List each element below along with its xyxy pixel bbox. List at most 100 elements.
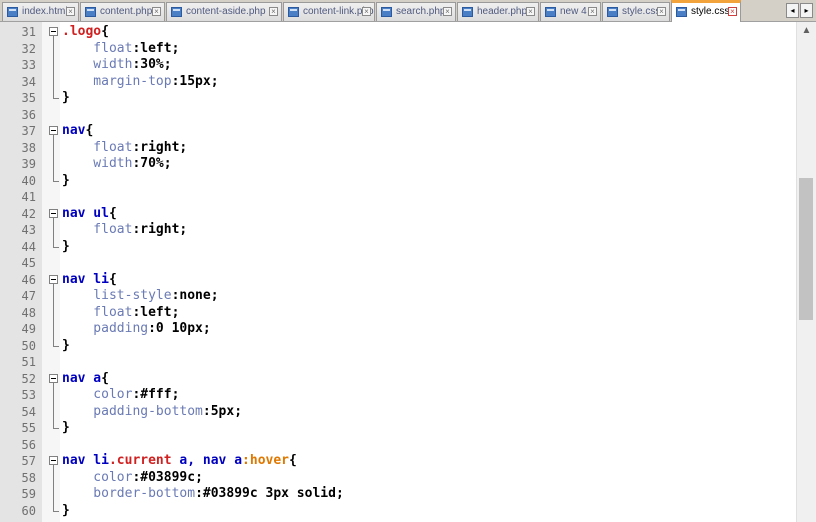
code-text: float:right;	[62, 140, 187, 157]
close-icon[interactable]: ×	[526, 7, 535, 16]
code-token: :#fff;	[132, 387, 180, 402]
close-icon[interactable]: ×	[657, 7, 666, 16]
close-icon[interactable]: ×	[443, 7, 452, 16]
code-token: }	[62, 90, 70, 105]
code-text: width:30%;	[62, 57, 172, 74]
fold-line	[46, 40, 60, 57]
fold-end-marker	[46, 90, 60, 107]
code-token: :right;	[132, 222, 188, 237]
file-icon	[607, 7, 618, 17]
code-token: float	[62, 40, 133, 56]
tab-4[interactable]: content-link.php ×	[283, 2, 375, 21]
code-text: nav li{	[62, 272, 117, 289]
code-area[interactable]: 31 .logo{32 float:left; 33 width:30%; 34 ma…	[0, 22, 796, 522]
close-icon[interactable]: ×	[588, 7, 597, 16]
code-token: nav li	[62, 453, 109, 468]
file-icon	[381, 7, 392, 17]
code-line: 49 padding:0 10px;	[0, 321, 796, 338]
fold-toggle-icon[interactable]	[46, 371, 60, 387]
tab-3[interactable]: content-aside.php ×	[166, 2, 282, 21]
line-number: 41	[21, 190, 36, 204]
line-number: 36	[21, 107, 36, 122]
tab-8[interactable]: style.css ×	[602, 2, 670, 21]
tab-2[interactable]: content.php ×	[80, 2, 165, 21]
fold-toggle-icon[interactable]	[46, 123, 60, 140]
fold-line	[46, 57, 60, 74]
tab-6[interactable]: header.php ×	[457, 2, 539, 21]
code-text: }	[62, 90, 70, 107]
close-icon[interactable]: ×	[362, 7, 371, 16]
scrollbar-thumb[interactable]	[799, 178, 813, 320]
code-token: :5px;	[202, 403, 243, 419]
file-icon	[545, 7, 556, 17]
tab-bar: ◂ ▸ index.html × content.php × content-aside…	[0, 0, 816, 22]
code-text: }	[62, 338, 70, 355]
code-line: 45	[0, 255, 796, 272]
fold-line	[46, 139, 60, 156]
line-number: 33	[21, 58, 36, 72]
fold-toggle-icon[interactable]	[46, 24, 60, 41]
line-number: 49	[21, 322, 36, 336]
fold-toggle-icon[interactable]	[46, 453, 60, 470]
fold-line	[46, 387, 60, 404]
code-token: :15px;	[171, 73, 219, 89]
code-token: :left;	[132, 40, 180, 56]
line-number: 55	[21, 421, 36, 435]
line-number: 35	[21, 91, 36, 105]
chevron-right-icon[interactable]: ▸	[800, 3, 813, 18]
code-token: }	[62, 420, 70, 435]
tab-9[interactable]: style.css ×	[671, 0, 741, 22]
file-icon	[288, 7, 299, 17]
code-token: {	[101, 370, 109, 386]
close-icon[interactable]: ×	[152, 7, 161, 16]
tab-5[interactable]: search.php ×	[376, 2, 456, 21]
code-line: 32 float:left;	[0, 40, 796, 57]
code-token: :none;	[171, 288, 219, 303]
code-line: 34 margin-top:15px;	[0, 73, 796, 90]
tab-1[interactable]: index.html ×	[2, 2, 79, 21]
fold-line	[46, 321, 60, 338]
code-text: nav a{	[62, 371, 109, 388]
chevron-up-icon[interactable]: ▲	[797, 22, 816, 40]
line-number: 54	[21, 404, 36, 419]
code-line: 57 nav li.current a, nav a:hover{	[0, 453, 796, 470]
code-line: 58 color:#03899c;	[0, 469, 796, 486]
chevron-left-icon[interactable]: ◂	[786, 3, 799, 18]
code-editor[interactable]: 31 .logo{32 float:left; 33 width:30%; 34 ma…	[0, 22, 816, 522]
line-number: 52	[21, 371, 36, 386]
line-number: 43	[21, 223, 36, 237]
tab-label: content-aside.php	[186, 6, 266, 17]
file-icon	[7, 7, 18, 17]
code-token: width	[62, 156, 133, 171]
code-text: float:right;	[62, 222, 187, 239]
close-icon[interactable]: ×	[269, 7, 278, 16]
code-text: }	[62, 173, 70, 190]
code-token: }	[62, 502, 70, 518]
fold-toggle-icon[interactable]	[46, 272, 60, 288]
code-token: {	[108, 271, 117, 287]
tab-7[interactable]: new 4 ×	[540, 2, 601, 21]
line-number: 40	[21, 173, 36, 188]
close-icon[interactable]: ×	[728, 7, 737, 16]
code-token: }	[62, 337, 70, 353]
code-line: 37 nav{	[0, 123, 796, 140]
close-icon[interactable]: ×	[66, 7, 75, 16]
code-line: 55}	[0, 420, 796, 437]
code-token: list-style	[62, 288, 172, 303]
code-token: a, nav a	[171, 453, 243, 468]
line-number: 51	[21, 355, 36, 369]
tab-label: style.css	[691, 6, 730, 17]
code-text: padding:0 10px;	[62, 321, 210, 338]
fold-toggle-icon[interactable]	[46, 206, 60, 222]
line-number: 46	[21, 272, 36, 287]
code-line: 48 float:left;	[0, 304, 796, 321]
line-number: 44	[21, 239, 36, 254]
vertical-scrollbar[interactable]: ▲	[796, 22, 816, 522]
code-token: color	[62, 387, 133, 402]
line-number: 59	[21, 487, 36, 501]
code-token: :30%;	[132, 57, 172, 72]
code-text: color:#fff;	[62, 387, 179, 404]
code-line: 42 nav ul{	[0, 206, 796, 222]
line-number: 56	[21, 437, 36, 452]
code-token: {	[85, 123, 94, 138]
